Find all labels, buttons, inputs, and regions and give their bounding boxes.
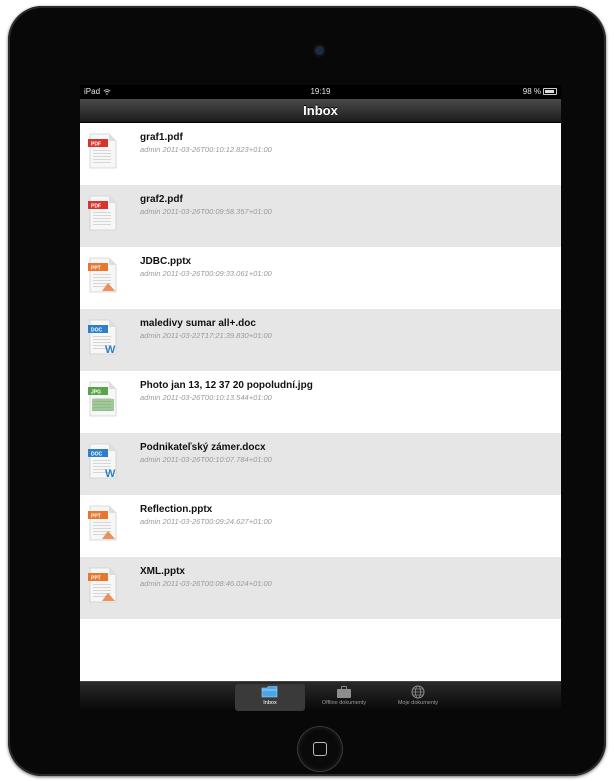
- globe-icon: [411, 685, 425, 699]
- folder-icon: [261, 686, 278, 698]
- file-meta: admin 2011-03-26T00:08:46.024+01:00: [140, 579, 272, 588]
- ipad-device: iPad 19:19 98 % Inbox PDF graf1.pdf admi…: [8, 6, 606, 776]
- file-name: Photo jan 13, 12 37 20 popoludní.jpg: [140, 380, 313, 391]
- svg-text:PPT: PPT: [91, 575, 101, 581]
- file-meta: admin 2011-03-26T00:10:07.784+01:00: [140, 455, 272, 464]
- briefcase-icon: [337, 686, 351, 698]
- pdf-file-icon: PDF: [88, 133, 117, 169]
- list-item[interactable]: PPT XML.pptx admin 2011-03-26T00:08:46.0…: [80, 557, 561, 619]
- file-name: graf1.pdf: [140, 132, 183, 143]
- tab-my-documents[interactable]: Moje dokumenty: [383, 684, 453, 711]
- file-name: Reflection.pptx: [140, 504, 213, 515]
- svg-text:W: W: [105, 344, 116, 355]
- list-item[interactable]: PDF graf1.pdf admin 2011-03-26T00:10:12.…: [80, 123, 561, 185]
- svg-text:PDF: PDF: [91, 203, 101, 209]
- tab-bar: Inbox Offline dokumenty Moje dokumenty: [80, 681, 561, 712]
- screen: iPad 19:19 98 % Inbox PDF graf1.pdf admi…: [80, 85, 561, 712]
- svg-text:PPT: PPT: [91, 513, 101, 519]
- pdf-file-icon: PDF: [88, 195, 117, 231]
- tab-label: Offline dokumenty: [321, 700, 367, 706]
- battery-icon: [543, 88, 557, 95]
- svg-text:DOC: DOC: [91, 327, 103, 333]
- file-meta: admin 2011-03-22T17:21:39.830+01:00: [140, 331, 272, 340]
- page-title: Inbox: [303, 103, 338, 118]
- file-list: PDF graf1.pdf admin 2011-03-26T00:10:12.…: [80, 123, 561, 619]
- file-name: maledivy sumar all+.doc: [140, 318, 256, 329]
- ppt-file-icon: PPT: [88, 257, 117, 293]
- tab-offline-documents[interactable]: Offline dokumenty: [309, 684, 379, 711]
- file-name: Podnikateľský zámer.docx: [140, 442, 266, 453]
- list-item[interactable]: JPG Photo jan 13, 12 37 20 popoludní.jpg…: [80, 371, 561, 433]
- svg-text:W: W: [105, 468, 116, 479]
- file-name: graf2.pdf: [140, 194, 183, 205]
- list-item[interactable]: DOC W maledivy sumar all+.doc admin 2011-…: [80, 309, 561, 371]
- status-time: 19:19: [310, 87, 331, 96]
- file-meta: admin 2011-03-26T00:09:24.627+01:00: [140, 517, 272, 526]
- file-meta: admin 2011-03-26T00:09:58.357+01:00: [140, 207, 272, 216]
- doc-file-icon: DOC W: [88, 319, 117, 355]
- list-item[interactable]: PPT Reflection.pptx admin 2011-03-26T00:…: [80, 495, 561, 557]
- svg-text:PPT: PPT: [91, 265, 101, 271]
- ppt-file-icon: PPT: [88, 505, 117, 541]
- list-item[interactable]: PPT JDBC.pptx admin 2011-03-26T00:09:33.…: [80, 247, 561, 309]
- file-meta: admin 2011-03-26T00:09:33.061+01:00: [140, 269, 272, 278]
- tab-label: Inbox: [263, 700, 277, 706]
- list-item[interactable]: DOC W Podnikateľský zámer.docx admin 2011…: [80, 433, 561, 495]
- svg-text:PDF: PDF: [91, 141, 101, 147]
- file-name: XML.pptx: [140, 566, 185, 577]
- home-button[interactable]: [298, 727, 342, 771]
- file-meta: admin 2011-03-26T00:10:13.544+01:00: [140, 393, 272, 402]
- svg-text:DOC: DOC: [91, 451, 103, 457]
- file-name: JDBC.pptx: [140, 256, 192, 267]
- status-bar: iPad 19:19 98 %: [80, 85, 561, 99]
- ppt-file-icon: PPT: [88, 567, 117, 603]
- navigation-bar: Inbox: [80, 99, 561, 123]
- tab-inbox[interactable]: Inbox: [235, 684, 305, 711]
- jpg-file-icon: JPG: [88, 381, 117, 417]
- tab-label: Moje dokumenty: [397, 700, 439, 706]
- file-meta: admin 2011-03-26T00:10:12.823+01:00: [140, 145, 272, 154]
- camera: [315, 46, 324, 55]
- battery-percent: 98 %: [522, 87, 541, 96]
- svg-text:JPG: JPG: [91, 389, 101, 395]
- home-square-icon: [313, 742, 327, 756]
- list-item[interactable]: PDF graf2.pdf admin 2011-03-26T00:09:58.…: [80, 185, 561, 247]
- doc-file-icon: DOC W: [88, 443, 117, 479]
